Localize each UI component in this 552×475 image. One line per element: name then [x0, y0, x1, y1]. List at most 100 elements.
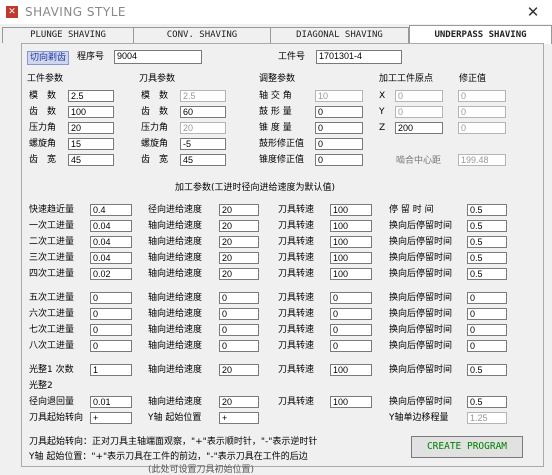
workpiece-param-input[interactable]: 45 [68, 154, 114, 166]
process-param-input[interactable]: 0 [467, 292, 507, 304]
program-no-input[interactable]: 9004 [114, 50, 202, 64]
process-param-input[interactable]: 0.5 [467, 268, 507, 280]
adjust-param-label: 鼓形修正值 [259, 139, 305, 149]
process-param-input[interactable]: 0.5 [467, 236, 507, 248]
workpiece-params-title: 工件参数 [27, 74, 64, 84]
tab-underpass-shaving[interactable]: UNDERPASS SHAVING [409, 25, 552, 44]
process-param-label: 刀具转速 [278, 341, 315, 351]
process-param-input[interactable]: 0 [330, 340, 372, 352]
close-button[interactable]: ✕ [518, 2, 548, 22]
process-param-input[interactable]: 0 [219, 292, 259, 304]
process-param-input[interactable]: 0 [467, 324, 507, 336]
process-param-input[interactable]: 0.04 [90, 220, 132, 232]
note-tool-rotation: 刀具起始转向：正对刀具主轴端面观察，"+"表示顺时针，"-"表示逆时针 [29, 437, 318, 447]
process-param-input[interactable]: 0.4 [90, 204, 132, 216]
process-params-title: 加工参数(工进时径向进给速度为默认值) [175, 183, 336, 193]
tab-plunge-shaving[interactable]: PLUNGE SHAVING [2, 27, 134, 43]
process-param-label: 换向后停留时间 [389, 253, 453, 263]
process-param-label: 刀具转速 [278, 325, 315, 335]
process-param-label: 刀具转速 [278, 309, 315, 319]
app-icon: ✕ [6, 6, 18, 18]
process-param-label: 刀具转速 [278, 293, 315, 303]
process-param-label: 刀具转速 [278, 397, 315, 407]
tool-param-input[interactable]: 60 [180, 106, 226, 118]
process-param-input[interactable]: 0.02 [90, 268, 132, 280]
process-param-input[interactable]: 20 [219, 220, 259, 232]
process-param-input[interactable]: 0 [90, 324, 132, 336]
process-param-label: 刀具转速 [278, 205, 315, 215]
process-param-input[interactable]: 0.5 [467, 364, 507, 376]
tool-param-label: 齿 宽 [141, 155, 169, 165]
process-param-input[interactable]: 20 [219, 268, 259, 280]
process-param-input[interactable]: 0 [90, 340, 132, 352]
workpiece-param-input[interactable]: 15 [68, 138, 114, 150]
process-param-input[interactable]: 20 [219, 364, 259, 376]
workpiece-param-label: 齿 数 [29, 107, 57, 117]
process-param-label: 刀具转速 [278, 269, 315, 279]
process-param-input[interactable]: 0 [330, 292, 372, 304]
adjust-param-input[interactable]: 0 [315, 154, 363, 166]
process-param-input[interactable]: 100 [330, 220, 372, 232]
process-param-input[interactable]: 100 [330, 236, 372, 248]
process-param-label: 二次工进量 [29, 237, 75, 247]
process-param-input[interactable]: 0.5 [467, 396, 507, 408]
tool-param-label: 模 数 [141, 91, 169, 101]
adjust-param-label: 轴 交 角 [259, 91, 292, 101]
tool-param-input[interactable]: -5 [180, 138, 226, 150]
process-param-label: 四次工进量 [29, 269, 75, 279]
workpiece-param-input[interactable]: 100 [68, 106, 114, 118]
process-param-input[interactable]: 0 [219, 324, 259, 336]
process-param-input[interactable]: 0 [330, 324, 372, 336]
adjust-param-input[interactable]: 0 [315, 106, 363, 118]
process-param-input[interactable]: 20 [219, 396, 259, 408]
adjust-param-input[interactable]: 0 [315, 138, 363, 150]
process-param-input[interactable]: 0.04 [90, 252, 132, 264]
center-distance-input: 199.48 [458, 154, 506, 166]
tool-param-label: 螺旋角 [141, 139, 169, 149]
process-param-input[interactable]: + [90, 412, 132, 424]
process-param-label: Y轴单边移程量 [389, 413, 449, 423]
process-param-label: 刀具转速 [278, 237, 315, 247]
origin-input[interactable]: 200 [395, 122, 443, 134]
tool-param-input[interactable]: 45 [180, 154, 226, 166]
workpiece-param-input[interactable]: 2.5 [68, 90, 114, 102]
process-param-input[interactable]: 100 [330, 252, 372, 264]
process-param-input[interactable]: 20 [219, 236, 259, 248]
create-program-button[interactable]: CREATE PROGRAM [411, 436, 523, 458]
process-param-input[interactable]: 20 [219, 252, 259, 264]
process-param-input[interactable]: 20 [219, 204, 259, 216]
workpiece-param-input[interactable]: 20 [68, 122, 114, 134]
process-param-input[interactable]: 0 [467, 308, 507, 320]
process-param-label: 换向后停留时间 [389, 341, 453, 351]
workpiece-no-input[interactable]: 1701301-4 [316, 50, 402, 64]
process-param-input[interactable]: 0 [219, 308, 259, 320]
process-param-input[interactable]: 1 [90, 364, 132, 376]
process-param-input[interactable]: 100 [330, 204, 372, 216]
process-param-input[interactable]: 0 [219, 340, 259, 352]
process-param-input[interactable]: + [219, 412, 259, 424]
process-param-input[interactable]: 100 [330, 268, 372, 280]
process-param-input[interactable]: 0 [90, 292, 132, 304]
tool-param-input: 2.5 [180, 90, 226, 102]
process-param-label: 换向后停留时间 [389, 365, 453, 375]
process-param-label: 轴向进给速度 [148, 341, 203, 351]
origin-axis-label: Y [379, 107, 385, 117]
origin-correction-input: 0 [458, 106, 506, 118]
process-param-input[interactable]: 0.5 [467, 204, 507, 216]
process-param-input[interactable]: 0.5 [467, 220, 507, 232]
process-param-input[interactable]: 0.01 [90, 396, 132, 408]
process-param-input[interactable]: 100 [330, 396, 372, 408]
adjust-param-input[interactable]: 0 [315, 122, 363, 134]
process-param-input[interactable]: 0 [90, 308, 132, 320]
process-param-input[interactable]: 100 [330, 364, 372, 376]
workpiece-param-label: 螺旋角 [29, 139, 57, 149]
workpiece-param-label: 模 数 [29, 91, 57, 101]
process-param-label: 换向后停留时间 [389, 397, 453, 407]
process-param-input[interactable]: 0 [330, 308, 372, 320]
tab-diagonal-shaving[interactable]: DIAGONAL SHAVING [270, 27, 409, 43]
process-param-input[interactable]: 0.5 [467, 252, 507, 264]
tab-conv-shaving[interactable]: CONV. SHAVING [133, 27, 271, 43]
process-param-input[interactable]: 0.04 [90, 236, 132, 248]
process-param-input[interactable]: 0 [467, 340, 507, 352]
origin-correction-input: 0 [458, 122, 506, 134]
